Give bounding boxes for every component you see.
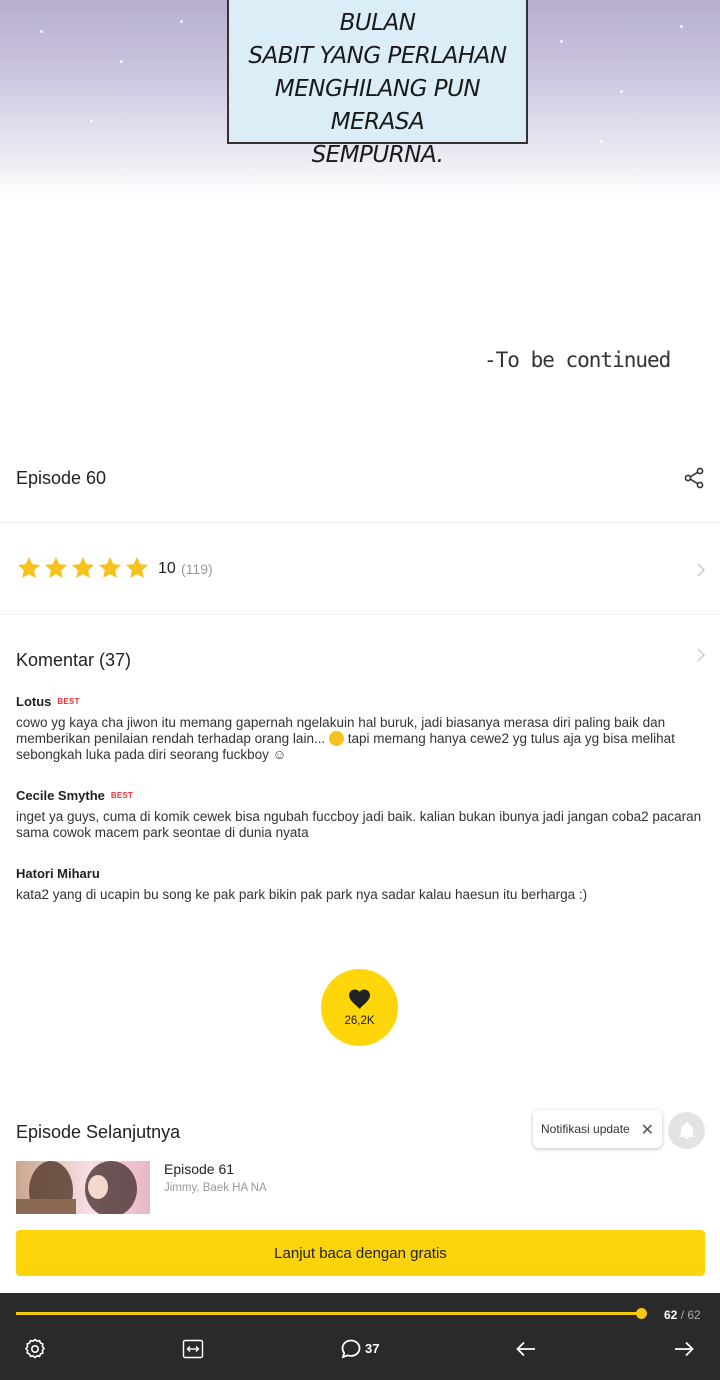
- comment-text: cowo yg kaya cha jiwon itu memang gapern…: [16, 715, 675, 762]
- divider: [0, 522, 720, 523]
- comment-item[interactable]: Cecile Smythe BEST inget ya guys, cuma di…: [16, 788, 706, 841]
- divider: [0, 614, 720, 615]
- comment-icon[interactable]: [339, 1337, 363, 1361]
- comment-author: Hatori Miharu: [16, 866, 100, 881]
- next-episode-thumbnail[interactable]: [16, 1161, 150, 1214]
- best-badge: BEST: [57, 697, 80, 706]
- next-episode-title[interactable]: Episode 61: [164, 1161, 234, 1177]
- notification-tooltip: Notifikasi update ✕: [533, 1110, 662, 1148]
- rating-value: 10: [158, 560, 176, 577]
- comment-author: Lotus: [16, 694, 52, 709]
- star-icon: [125, 556, 149, 578]
- arrow-right-icon[interactable]: [672, 1337, 696, 1361]
- close-icon[interactable]: ✕: [641, 1120, 654, 1140]
- page-indicator: 62 / 62: [664, 1308, 701, 1322]
- comment-count[interactable]: 37: [365, 1341, 379, 1356]
- star-icon: [98, 556, 122, 578]
- fit-width-icon[interactable]: [181, 1337, 205, 1361]
- grin-emoji-icon: [328, 731, 344, 746]
- like-count: 26,2K: [344, 1015, 375, 1027]
- comment-author: Cecile Smythe: [16, 788, 105, 803]
- share-icon[interactable]: [682, 466, 706, 490]
- star-icon: [17, 556, 41, 578]
- episode-title: Episode 60: [16, 468, 107, 488]
- comments-title[interactable]: Komentar (37): [16, 650, 131, 671]
- reader-toolbar: 62 / 62 37: [0, 1293, 720, 1380]
- reading-progress-bar[interactable]: [16, 1312, 641, 1315]
- star-icon: [71, 556, 95, 578]
- chevron-right-icon[interactable]: [695, 562, 707, 578]
- next-episode-section-title: Episode Selanjutnya: [16, 1122, 181, 1142]
- best-badge: BEST: [110, 791, 134, 800]
- star-icon: [44, 556, 68, 578]
- comment-text: inget ya guys, cuma di komik cewek bisa …: [16, 809, 702, 840]
- continue-reading-button[interactable]: Lanjut baca dengan gratis: [16, 1230, 705, 1276]
- arrow-left-icon[interactable]: [514, 1337, 538, 1361]
- comment-item[interactable]: Hatori Miharu kata2 yang di ucapin bu so…: [16, 866, 706, 903]
- comic-panel: BERADA DI BAWAH BULAN SABIT YANG PERLAHA…: [0, 0, 720, 440]
- progress-handle[interactable]: [636, 1308, 647, 1319]
- caption-text: BERADA DI BAWAH BULAN SABIT YANG PERLAHA…: [248, 0, 507, 168]
- comment-text: kata2 yang di ucapin bu song ke pak park…: [16, 887, 588, 902]
- rating-count: (119): [181, 561, 213, 577]
- notification-bell-button[interactable]: [668, 1112, 705, 1149]
- comment-item[interactable]: Lotus BEST cowo yg kaya cha jiwon itu mem…: [16, 694, 706, 763]
- chevron-right-icon[interactable]: [695, 647, 707, 663]
- notification-label: Notifikasi update: [541, 1122, 630, 1136]
- to-be-continued-text: -To be continued: [484, 348, 671, 372]
- rating-stars: [16, 555, 150, 581]
- next-episode-authors: Jimmy, Baek HA NA: [164, 1182, 267, 1194]
- caption-box: BERADA DI BAWAH BULAN SABIT YANG PERLAHA…: [227, 0, 528, 168]
- heart-icon: [348, 989, 370, 1009]
- like-button[interactable]: 26,2K: [321, 969, 398, 1046]
- bell-icon: [679, 1121, 694, 1139]
- settings-icon[interactable]: [23, 1337, 47, 1361]
